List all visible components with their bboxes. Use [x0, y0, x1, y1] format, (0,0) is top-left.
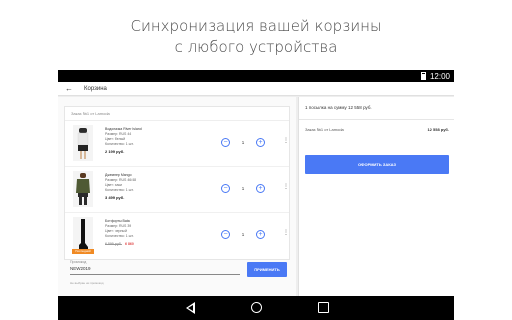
item-info: Ботфорты Bata Размер: RUS 39 Цвет: черны…: [105, 219, 175, 247]
tablet-frame: 12:00 ← Корзина Заказ №1 от Lamoda Водол…: [58, 70, 454, 320]
product-image[interactable]: [73, 217, 93, 253]
promo-headline: Синхронизация вашей корзины с любого уст…: [0, 16, 512, 58]
arrow-back-icon[interactable]: ←: [62, 82, 76, 96]
promo-input[interactable]: NEW2019: [70, 266, 91, 271]
apply-promo-button[interactable]: ПРИМЕНИТЬ: [247, 262, 287, 277]
more-vert-icon[interactable]: ⋮: [283, 136, 289, 146]
summary-title: 1 посылка на сумму 12 558 руб.: [305, 105, 372, 110]
app-bar: ← Корзина: [58, 82, 454, 96]
old-price: 6 899 руб.: [105, 242, 122, 246]
status-time: 12:00: [429, 71, 450, 81]
nav-home-icon[interactable]: [251, 302, 262, 313]
item-info: Джемпер Mango Размер: RUS 46/48 Цвет: ха…: [105, 173, 175, 200]
battery-icon: [420, 72, 426, 80]
page-title: Корзина: [84, 85, 107, 92]
item-price: 3 499 руб.: [105, 195, 125, 200]
order-label: Заказ №1 от Lamoda: [65, 107, 289, 121]
quantity-stepper: − 1 +: [221, 137, 265, 147]
item-quantity-label: Количество: 1 шт.: [105, 234, 134, 238]
cart-item: Водолазка River Island Размер: RUS 44 Цв…: [65, 121, 289, 167]
decrease-button[interactable]: −: [221, 229, 230, 239]
quantity-value: 1: [241, 139, 245, 145]
item-price-block: 6 899 руб. 6 860: [105, 241, 175, 247]
summary-order-label: Заказ №1 от Lamoda: [305, 127, 344, 132]
increase-button[interactable]: +: [255, 137, 265, 147]
last-item-badge: Последний: [72, 249, 94, 254]
summary-order-row: Заказ №1 от Lamoda 12 558 руб.: [305, 127, 449, 132]
promo-label: Промокод: [70, 260, 87, 264]
item-quantity-label: Количество: 1 шт.: [105, 142, 134, 146]
cart-item: Джемпер Mango Размер: RUS 46/48 Цвет: ха…: [65, 167, 289, 213]
cart-item: Последний Ботфорты Bata Размер: RUS 39 Ц…: [65, 213, 289, 259]
promo-section: Промокод NEW2019 Не выбран ни промокод П…: [70, 260, 288, 296]
headline-line-1: Синхронизация вашей корзины: [130, 17, 382, 35]
status-bar: 12:00: [58, 70, 454, 82]
decrease-button[interactable]: −: [221, 137, 230, 147]
quantity-stepper: − 1 +: [221, 229, 265, 239]
nav-back-icon-inner: [187, 304, 193, 311]
summary-divider: [299, 119, 454, 120]
more-vert-icon[interactable]: ⋮: [283, 228, 289, 238]
product-image[interactable]: [73, 125, 93, 161]
increase-button[interactable]: +: [255, 229, 265, 239]
quantity-value: 1: [241, 231, 245, 237]
summary-panel: 1 посылка на сумму 12 558 руб. Заказ №1 …: [298, 97, 454, 296]
app-screen: ← Корзина Заказ №1 от Lamoda Водолазка R…: [58, 82, 454, 296]
increase-button[interactable]: +: [255, 183, 265, 193]
item-quantity-label: Количество: 1 шт.: [105, 188, 134, 192]
promo-note: Не выбран ни промокод: [70, 281, 104, 285]
promo-underline: [70, 274, 240, 275]
nav-recents-icon[interactable]: [318, 302, 329, 313]
cart-card: Заказ №1 от Lamoda Водолазка River Islan…: [64, 106, 290, 260]
item-price: 2 199 руб.: [105, 149, 125, 154]
sale-price: 6 860: [125, 242, 134, 246]
more-vert-icon[interactable]: ⋮: [283, 182, 289, 192]
headline-line-2: с любого устройства: [174, 38, 338, 56]
system-nav-bar: [58, 296, 454, 320]
item-info: Водолазка River Island Размер: RUS 44 Цв…: [105, 127, 175, 154]
checkout-button[interactable]: ОФОРМИТЬ ЗАКАЗ: [305, 155, 449, 174]
quantity-stepper: − 1 +: [221, 183, 265, 193]
product-image[interactable]: [73, 171, 93, 207]
summary-order-amount: 12 558 руб.: [427, 127, 449, 132]
quantity-value: 1: [241, 185, 245, 191]
status-right: 12:00: [420, 71, 450, 81]
decrease-button[interactable]: −: [221, 183, 230, 193]
